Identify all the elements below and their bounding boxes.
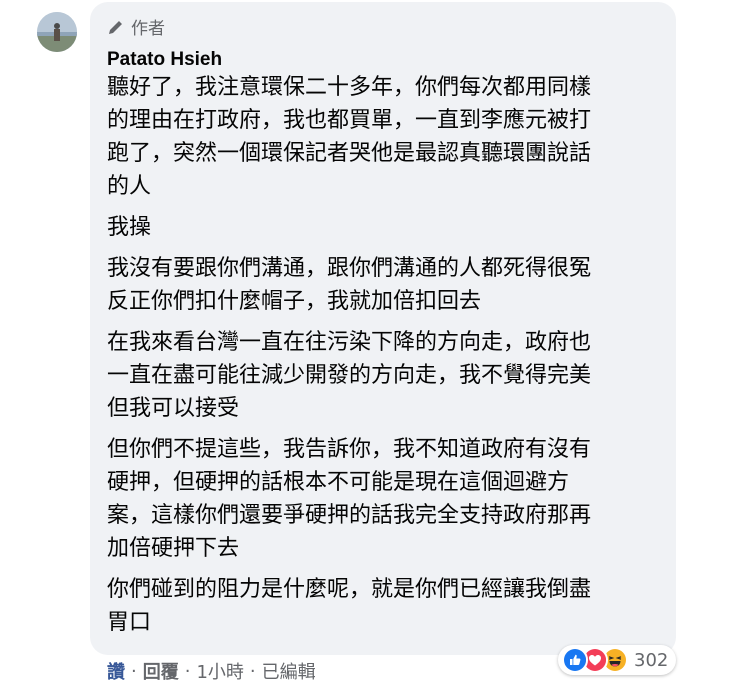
comment-thread: 作者 Patato Hsieh 聽好了，我注意環保二十多年，你們每次都用同樣 的… — [0, 0, 732, 691]
pencil-icon — [107, 18, 125, 36]
comment-paragraph: 但你們不提這些，我告訴你，我不知道政府有沒有 硬押，但硬押的話根本不可能是現在這… — [107, 437, 592, 561]
edited-label[interactable]: 已編輯 — [262, 658, 316, 684]
author-badge-label: 作者 — [131, 19, 165, 39]
comment-actions: 讚 · 回覆 · 1小時 · 已編輯 — [107, 658, 316, 684]
comment-paragraph: 你們碰到的阻力是什麼呢，就是你們已經讓我倒盡 胃口 — [107, 577, 592, 635]
separator: · — [131, 660, 137, 682]
timestamp-link[interactable]: 1小時 — [196, 658, 243, 684]
author-badge: 作者 — [107, 14, 165, 39]
like-reaction-icon — [562, 647, 588, 673]
avatar[interactable] — [37, 12, 77, 52]
separator: · — [249, 660, 256, 682]
comment-text: 聽好了，我注意環保二十多年，你們每次都用同樣 的理由在打政府，我也都買單，一直到… — [107, 71, 667, 647]
comment-paragraph: 我沒有要跟你們溝通，跟你們溝通的人都死得很冤 反正你們扣什麼帽子，我就加倍扣回去 — [107, 256, 592, 314]
reaction-count: 302 — [634, 649, 669, 671]
comment-paragraph: 我操 — [107, 215, 152, 240]
like-button[interactable]: 讚 — [107, 658, 125, 684]
comment-paragraph: 聽好了，我注意環保二十多年，你們每次都用同樣 的理由在打政府，我也都買單，一直到… — [107, 75, 592, 199]
author-name[interactable]: Patato Hsieh — [107, 49, 222, 71]
reaction-summary[interactable]: 302 — [558, 645, 677, 675]
comment-paragraph: 在我來看台灣一直在往污染下降的方向走，政府也 一直在盡可能往減少開發的方向走，我… — [107, 330, 592, 421]
reply-button[interactable]: 回覆 — [143, 658, 179, 684]
separator: · — [184, 660, 191, 682]
avatar-photo-icon — [37, 12, 77, 52]
